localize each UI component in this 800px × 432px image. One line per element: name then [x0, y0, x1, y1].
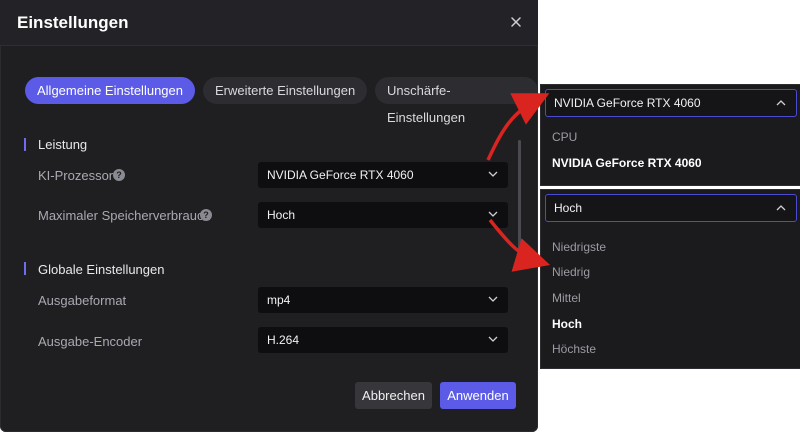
arrow-icon	[486, 93, 550, 161]
callout-arrows	[486, 93, 551, 272]
arrow-icon	[488, 218, 551, 272]
